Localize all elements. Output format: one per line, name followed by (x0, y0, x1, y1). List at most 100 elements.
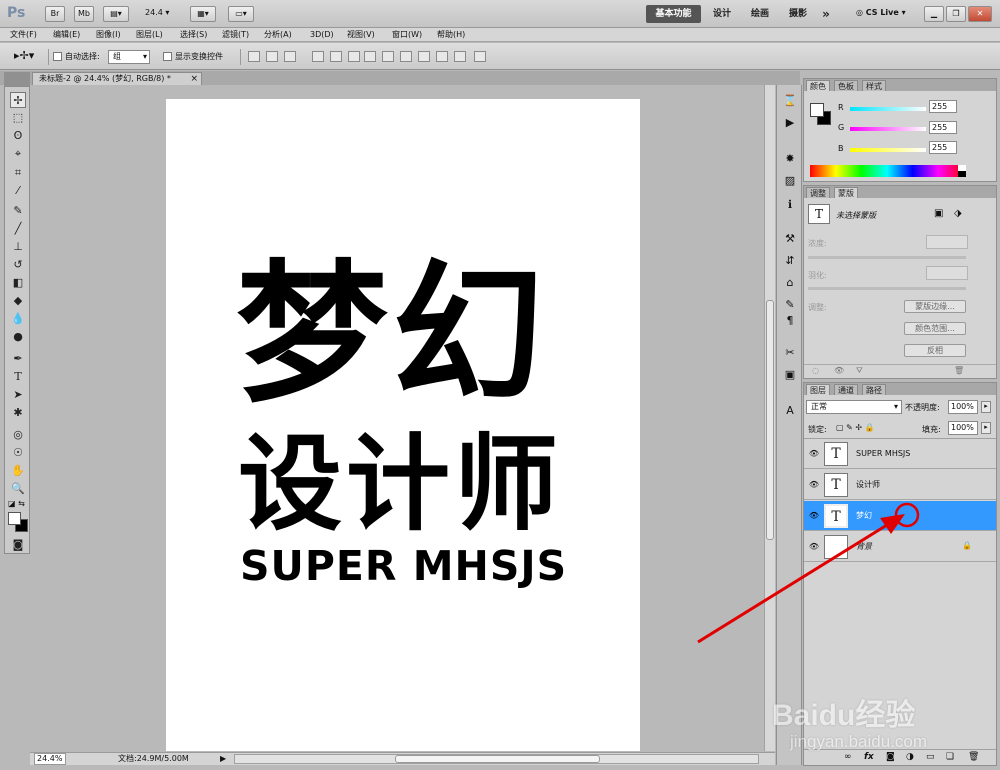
document-canvas[interactable]: 梦幻 设计师 SUPER MHSJS (166, 99, 640, 751)
menu-analysis[interactable]: 分析(A) (264, 29, 292, 41)
foreground-color-swatch[interactable] (8, 512, 21, 525)
cs-live-button[interactable]: ◎ CS Live ▾ (856, 8, 906, 17)
b-channel-slider[interactable] (850, 148, 926, 152)
eye-icon[interactable]: 👁 (808, 448, 820, 459)
tab-swatches[interactable]: 色板 (834, 80, 858, 91)
canvas-text-menghuan[interactable]: 梦幻 (236, 245, 548, 425)
workspace-essentials[interactable]: 基本功能 (646, 5, 701, 23)
brush-tool-icon[interactable]: ╱ (10, 221, 26, 237)
notes-panel-icon[interactable]: ✎ (781, 297, 799, 313)
character-panel-icon[interactable]: A (781, 403, 799, 419)
menu-layer[interactable]: 图层(L) (136, 29, 163, 41)
load-selection-icon[interactable]: ◌ (812, 366, 819, 375)
r-channel-value[interactable]: 255 (929, 100, 957, 113)
blend-mode-dropdown[interactable]: 正常 ▾ (806, 400, 902, 414)
mini-bridge-button[interactable]: Mb (74, 6, 94, 22)
layer-row-selected[interactable]: 👁 T 梦幻 (804, 501, 996, 531)
pen-tool-icon[interactable]: ✒ (10, 351, 26, 367)
invert-button[interactable]: 反相 (904, 344, 966, 357)
zoom-tool-icon[interactable]: 🔍 (10, 481, 26, 497)
menu-edit[interactable]: 编辑(E) (53, 29, 80, 41)
distribute-right-icon[interactable] (454, 51, 466, 62)
close-tab-icon[interactable]: × (190, 73, 198, 85)
minimize-button[interactable]: ▁ (924, 6, 944, 22)
tab-masks[interactable]: 蒙版 (834, 187, 858, 198)
feather-field[interactable] (926, 266, 968, 280)
menu-help[interactable]: 帮助(H) (437, 29, 465, 41)
restore-button[interactable]: ❐ (946, 6, 966, 22)
history-brush-tool-icon[interactable]: ↺ (10, 257, 26, 273)
eraser-tool-icon[interactable]: ◧ (10, 275, 26, 291)
default-colors-icon[interactable]: ◪ ⇆ (8, 499, 25, 508)
g-channel-slider[interactable] (850, 127, 926, 131)
paragraph-panel-icon[interactable]: ¶ (781, 313, 799, 329)
animation-panel-icon[interactable]: ▣ (781, 367, 799, 383)
canvas-text-super-mhsjs[interactable]: SUPER MHSJS (240, 543, 567, 589)
align-right-edges-icon[interactable] (348, 51, 360, 62)
tools-panel-header[interactable] (4, 72, 30, 86)
align-horizontal-centers-icon[interactable] (330, 51, 342, 62)
color-range-button[interactable]: 颜色范围... (904, 322, 966, 335)
apply-mask-icon[interactable]: 👁 (834, 366, 844, 375)
g-channel-value[interactable]: 255 (929, 121, 957, 134)
3d-panel-icon[interactable]: ✂ (781, 345, 799, 361)
close-window-button[interactable]: ✕ (968, 6, 992, 22)
layer-row[interactable]: 👁 T 设计师 (804, 470, 996, 500)
tab-styles[interactable]: 样式 (862, 80, 886, 91)
blur-tool-icon[interactable]: 💧 (10, 311, 26, 327)
actions-panel-icon[interactable]: ▶ (781, 115, 799, 131)
menu-select[interactable]: 选择(S) (180, 29, 207, 41)
brushes-panel-icon[interactable]: ✸ (781, 151, 799, 167)
crop-tool-icon[interactable]: ⌗ (10, 165, 26, 181)
lasso-tool-icon[interactable]: ʘ (10, 128, 26, 144)
menu-filter[interactable]: 滤镜(T) (222, 29, 249, 41)
lock-icons[interactable]: ▢ ✎ ✢ 🔒 (836, 423, 875, 432)
delete-mask-icon[interactable]: 🗑 (954, 366, 964, 375)
eye-icon[interactable]: 👁 (808, 541, 820, 552)
vertical-scrollbar[interactable] (764, 85, 775, 751)
info-panel-icon[interactable]: ℹ (781, 197, 799, 213)
menu-image[interactable]: 图像(I) (96, 29, 121, 41)
status-menu-arrow-icon[interactable]: ▶ (220, 753, 226, 765)
r-channel-slider[interactable] (850, 107, 926, 111)
move-tool-icon[interactable]: ✢ (10, 92, 26, 108)
mask-edge-button[interactable]: 蒙版边缘... (904, 300, 966, 313)
layer-row[interactable]: 👁 T SUPER MHSJS (804, 439, 996, 469)
layer-row[interactable]: 👁 背景 🔒 (804, 532, 996, 562)
move-tool-preset-icon[interactable]: ▸✢▾ (14, 49, 34, 62)
layer-name[interactable]: SUPER MHSJS (856, 448, 910, 460)
more-workspaces-chevron-icon[interactable]: » (818, 5, 834, 23)
tab-channels[interactable]: 通道 (834, 384, 858, 395)
3d-rotate-tool-icon[interactable]: ◎ (10, 427, 26, 443)
bridge-button[interactable]: Br (45, 6, 65, 22)
pixel-mask-icon[interactable]: ▣ (934, 208, 943, 219)
shape-tool-icon[interactable]: ✱ (10, 405, 26, 421)
hand-tool-icon[interactable]: ✋ (10, 463, 26, 479)
3d-orbit-tool-icon[interactable]: ☉ (10, 445, 26, 461)
eye-icon[interactable]: 👁 (808, 479, 820, 490)
vector-mask-icon[interactable]: ⬗ (954, 208, 962, 219)
marquee-tool-icon[interactable]: ⬚ (10, 110, 26, 126)
show-transform-checkbox[interactable] (163, 52, 172, 61)
canvas-text-shejishi[interactable]: 设计师 (238, 425, 562, 543)
styles-panel-icon[interactable]: ⇵ (781, 253, 799, 269)
tab-paths[interactable]: 路径 (862, 384, 886, 395)
feather-slider[interactable] (808, 287, 966, 290)
distribute-top-icon[interactable] (364, 51, 376, 62)
type-tool-icon[interactable]: T (10, 369, 26, 385)
tab-layers[interactable]: 图层 (806, 384, 830, 395)
density-slider[interactable] (808, 256, 966, 259)
tab-color[interactable]: 颜色 (806, 80, 830, 91)
arrange-documents-dropdown[interactable]: ▦▾ (190, 6, 216, 22)
align-left-edges-icon[interactable] (312, 51, 324, 62)
clone-stamp-tool-icon[interactable]: ⊥ (10, 239, 26, 255)
zoom-level-dropdown[interactable]: 24.4 ▾ (145, 8, 169, 17)
scrollbar-thumb[interactable] (766, 300, 774, 540)
workspace-painting[interactable]: 绘画 (744, 5, 776, 23)
fill-arrow-icon[interactable]: ▸ (981, 422, 991, 434)
align-bottom-edges-icon[interactable] (284, 51, 296, 62)
menu-view[interactable]: 视图(V) (347, 29, 375, 41)
tool-presets-icon[interactable]: ⚒ (781, 231, 799, 247)
quick-mask-icon[interactable]: ◙ (10, 537, 26, 553)
workspace-photography[interactable]: 摄影 (782, 5, 814, 23)
